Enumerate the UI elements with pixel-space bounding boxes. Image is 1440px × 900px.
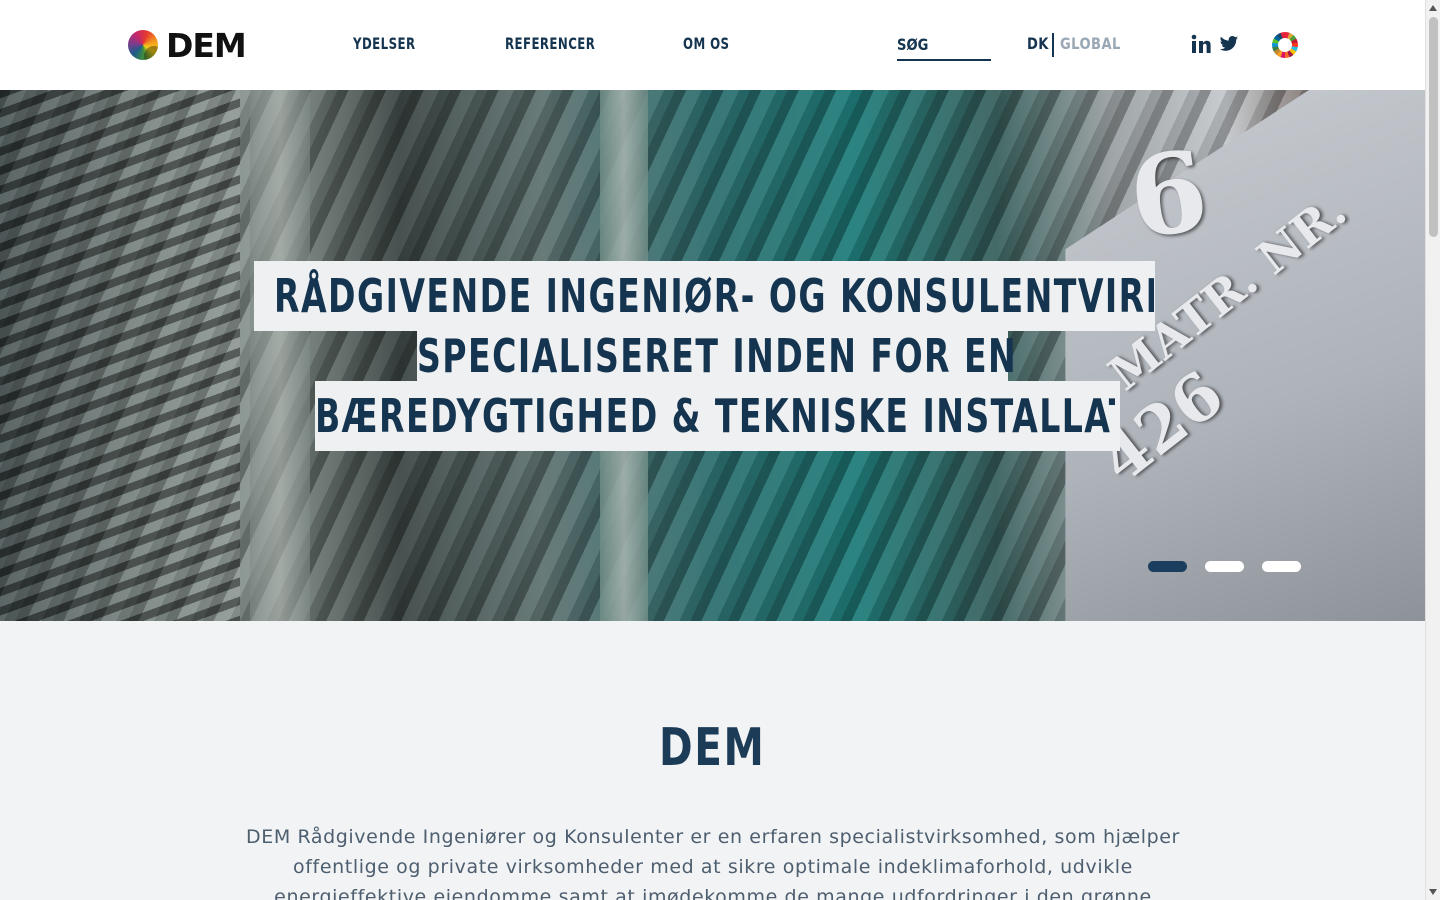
hero-image-post xyxy=(250,90,310,621)
twitter-icon[interactable] xyxy=(1219,34,1239,54)
hero-line-1: RÅDGIVENDE INGENIØR- OG KONSULENTVIRKSOM… xyxy=(274,269,1154,323)
search-box xyxy=(897,30,991,61)
lang-global-link[interactable]: GLOBAL xyxy=(1060,34,1121,53)
scroll-up-icon[interactable] xyxy=(1429,5,1437,11)
search-input[interactable] xyxy=(897,30,975,58)
lang-dk-link[interactable]: DK xyxy=(1027,34,1049,53)
site-header: DEM YDELSER REFERENCER OM OS DK GLOBAL xyxy=(0,0,1425,90)
page-scrollbar[interactable] xyxy=(1425,0,1440,900)
hero-line-1-wrap: RÅDGIVENDE INGENIØR- OG KONSULENTVIRKSOM… xyxy=(274,268,1154,324)
linkedin-icon[interactable] xyxy=(1191,34,1211,54)
dem-logo[interactable]: DEM xyxy=(128,25,247,65)
hero-image-shade xyxy=(0,90,240,621)
about-title: DEM xyxy=(659,718,766,778)
hero-line-2-wrap: SPECIALISERET INDEN FOR ENERGI, xyxy=(417,328,1017,384)
about-text: DEM Rådgivende Ingeniører og Konsulenter… xyxy=(246,826,1180,900)
hero-line-2: SPECIALISERET INDEN FOR ENERGI, xyxy=(417,329,1017,383)
slide-indicator-3[interactable] xyxy=(1262,561,1301,572)
scrollbar-thumb[interactable] xyxy=(1429,17,1438,237)
nav-referencer[interactable]: REFERENCER xyxy=(505,34,595,53)
nav-om-os[interactable]: OM OS xyxy=(683,34,729,53)
hero-line-3-wrap: BÆREDYGTIGHED & TEKNISKE INSTALLATIONER xyxy=(315,388,1115,444)
slide-indicator-1[interactable] xyxy=(1148,561,1187,572)
logo-text: DEM xyxy=(166,25,247,65)
nav-ydelser[interactable]: YDELSER xyxy=(353,34,415,53)
hero-banner: 6 MATR. NR. 426 RÅDGIVENDE INGENIØR- OG … xyxy=(0,90,1425,621)
scroll-down-icon[interactable] xyxy=(1429,889,1437,895)
slide-indicator-2[interactable] xyxy=(1205,561,1244,572)
logo-mark-icon xyxy=(128,30,158,60)
lang-divider xyxy=(1052,33,1054,57)
hero-line-3: BÆREDYGTIGHED & TEKNISKE INSTALLATIONER xyxy=(315,389,1115,443)
sdg-wheel-icon[interactable] xyxy=(1272,32,1298,58)
